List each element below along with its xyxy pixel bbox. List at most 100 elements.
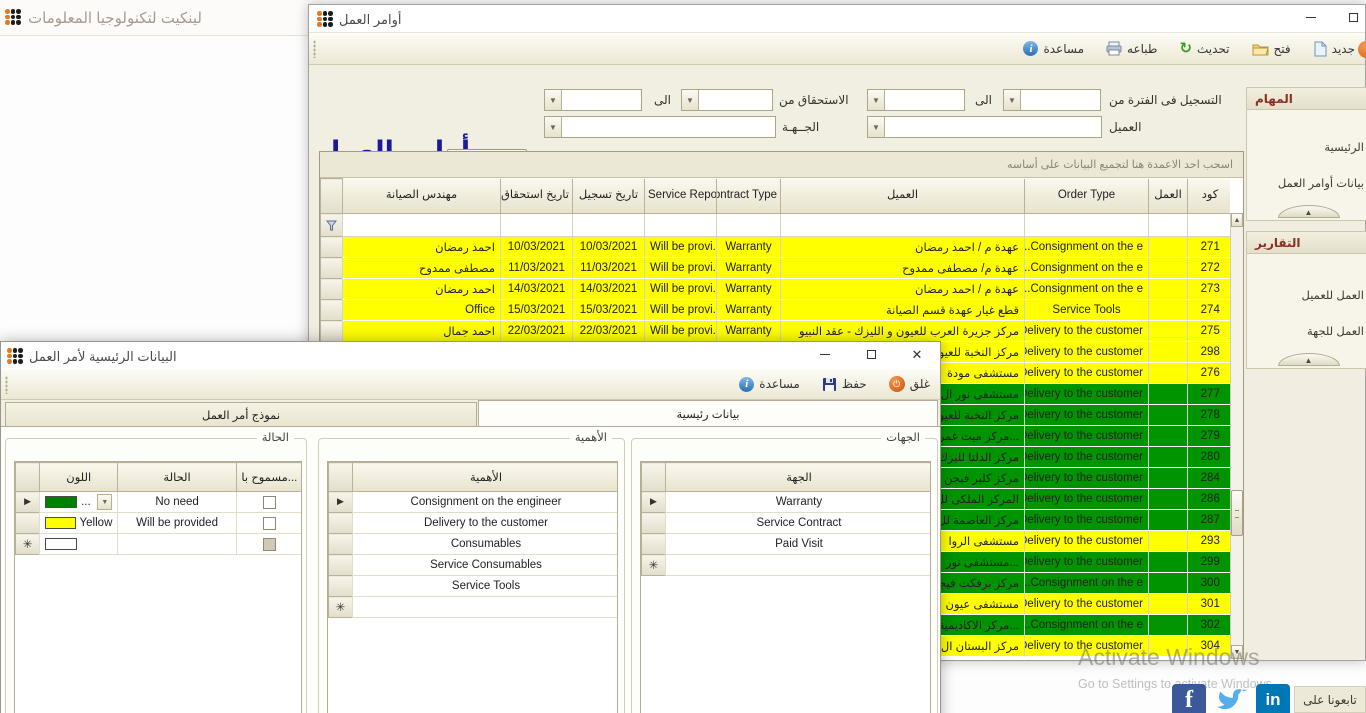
column-header[interactable]: Contract Type: [716, 178, 781, 214]
status-row[interactable]: No need... ▼ ►: [15, 491, 301, 513]
table-row[interactable]: 271 Consignment on the e...عهدة م / احمد …: [320, 236, 1230, 258]
filter-indicator-cell[interactable]: [320, 213, 343, 237]
filter-cell[interactable]: [1187, 213, 1230, 237]
filter-cell[interactable]: [342, 213, 501, 237]
table-row[interactable]: 275 Delivery to the customer مركز جزيرة ال…: [320, 320, 1230, 342]
col-importance[interactable]: الأهمية: [352, 462, 617, 492]
chevron-down-icon[interactable]: ▼: [682, 90, 699, 110]
filter-cell[interactable]: [500, 213, 573, 237]
importance-row[interactable]: Service Tools: [328, 575, 617, 597]
table-row[interactable]: 273 Consignment on the e...عهدة م / احمد …: [320, 278, 1230, 300]
column-header[interactable]: تاريخ تسجيل: [572, 178, 645, 214]
column-header[interactable]: Service Report: [644, 178, 717, 214]
column-header[interactable]: تاريخ استحقاق: [500, 178, 573, 214]
filter-cell[interactable]: [1024, 213, 1149, 237]
value-cell[interactable]: Service Tools: [352, 575, 617, 597]
new-button[interactable]: جديد: [1313, 41, 1355, 57]
open-button[interactable]: فتح: [1252, 42, 1291, 56]
dialog-close-button[interactable]: ✕: [903, 342, 931, 366]
new-row[interactable]: ✳: [641, 554, 930, 576]
new-row[interactable]: ✳: [328, 596, 617, 618]
grid-group-hint[interactable]: اسحب احد الاعمدة هنا لتجميع البيانات على…: [320, 152, 1243, 178]
due-from-select[interactable]: ▼: [544, 89, 642, 111]
value-cell[interactable]: Delivery to the customer: [352, 512, 617, 534]
save-button[interactable]: حفظ: [822, 377, 867, 392]
tab-work-order-form[interactable]: نموذج أمر العمل: [5, 402, 477, 426]
print-button[interactable]: طباعه: [1106, 41, 1157, 56]
col-color[interactable]: اللون: [39, 462, 119, 492]
tab-main-data[interactable]: بيانات رئيسية: [478, 400, 938, 426]
value-cell[interactable]: Consignment on the engineer: [352, 491, 617, 513]
scroll-up-icon[interactable]: ▲: [1231, 213, 1243, 227]
dialog-minimize-button[interactable]: [811, 342, 839, 366]
new-row[interactable]: ✳: [15, 533, 301, 555]
due-to-select[interactable]: ▼: [681, 89, 773, 111]
sidebar-item[interactable]: العمل للجهة: [1307, 324, 1364, 338]
refresh-button[interactable]: ↻ تحديث: [1179, 41, 1229, 56]
column-header[interactable]: كود: [1187, 178, 1230, 214]
reg-from-select[interactable]: ▼: [867, 89, 965, 111]
checkbox[interactable]: [262, 516, 276, 530]
maximize-button[interactable]: [1339, 5, 1366, 29]
status-cell[interactable]: Will be provided: [117, 512, 237, 534]
twitter-icon[interactable]: [1210, 686, 1252, 713]
chevron-down-icon[interactable]: ▼: [97, 494, 113, 510]
column-header[interactable]: مهندس الصيانة: [342, 178, 501, 214]
importance-row[interactable]: Delivery to the customer: [328, 512, 617, 534]
filter-cell[interactable]: [1148, 213, 1188, 237]
scroll-down-icon[interactable]: ▼: [1231, 645, 1243, 659]
collapse-up-icon[interactable]: ▲: [1277, 353, 1340, 366]
entity-row[interactable]: Paid Visit: [641, 533, 930, 555]
col-allowed[interactable]: ...مسموح با: [235, 462, 301, 492]
allowed-cell[interactable]: [235, 491, 301, 513]
linkedin-icon[interactable]: in: [1256, 684, 1290, 713]
filter-cell[interactable]: [716, 213, 781, 237]
importance-row[interactable]: Service Consumables: [328, 554, 617, 576]
dialog-close-action-button[interactable]: ⏻ غلق: [888, 376, 930, 392]
collapse-up-icon[interactable]: ▲: [1277, 205, 1340, 218]
sidebar-item[interactable]: بيانات أوامر العمل: [1278, 176, 1364, 190]
col-entity[interactable]: الجهة: [665, 462, 930, 492]
importance-row[interactable]: Consumables: [328, 533, 617, 555]
filter-cell[interactable]: [572, 213, 645, 237]
status-cell[interactable]: No need: [117, 491, 237, 513]
value-cell[interactable]: Consumables: [352, 533, 617, 555]
value-cell[interactable]: Warranty: [665, 491, 930, 513]
minimize-button[interactable]: [1297, 5, 1325, 29]
chevron-down-icon[interactable]: ▼: [1004, 90, 1021, 110]
grid-filter-row[interactable]: [320, 213, 1230, 237]
importance-row[interactable]: Consignment on the engineer ►: [328, 491, 617, 513]
value-cell[interactable]: Service Consumables: [352, 554, 617, 576]
value-cell[interactable]: Paid Visit: [665, 533, 930, 555]
table-row[interactable]: 274 Service Tools قطع غيار عهدة قسم الصيان…: [320, 299, 1230, 321]
help-button[interactable]: i مساعدة: [1023, 41, 1084, 56]
value-cell[interactable]: Service Contract: [665, 512, 930, 534]
col-status[interactable]: الحالة: [117, 462, 237, 492]
customer-select[interactable]: ▼: [867, 116, 1102, 138]
dialog-maximize-button[interactable]: [857, 342, 885, 366]
reg-to-select[interactable]: ▼: [1003, 89, 1101, 111]
chevron-down-icon[interactable]: ▼: [545, 90, 562, 110]
table-row[interactable]: 272 Consignment on the e...عهدة م/ مصطفى …: [320, 257, 1230, 279]
facebook-icon[interactable]: f: [1172, 684, 1206, 713]
dialog-help-button[interactable]: i مساعدة: [739, 376, 800, 392]
color-cell[interactable]: Yellow: [39, 512, 119, 534]
vertical-scrollbar[interactable]: ▲ ▼: [1230, 213, 1243, 659]
chevron-down-icon[interactable]: ▼: [868, 90, 885, 110]
checkbox[interactable]: [262, 495, 276, 509]
sidebar-item[interactable]: الرئيسية: [1324, 140, 1364, 154]
filter-cell[interactable]: [780, 213, 1025, 237]
entity-row[interactable]: Warranty ►: [641, 491, 930, 513]
entity-select[interactable]: ▼: [544, 116, 776, 138]
filter-cell[interactable]: [644, 213, 717, 237]
entity-row[interactable]: Service Contract: [641, 512, 930, 534]
sidebar-item[interactable]: العمل للعميل: [1302, 288, 1365, 302]
tasks-panel-header[interactable]: المهام: [1247, 88, 1366, 110]
color-cell[interactable]: ... ▼: [39, 491, 119, 513]
chevron-down-icon[interactable]: ▼: [868, 117, 885, 137]
column-header[interactable]: العمل: [1148, 178, 1188, 214]
allowed-cell[interactable]: [235, 512, 301, 534]
column-header[interactable]: العميل: [780, 178, 1025, 214]
reports-panel-header[interactable]: التقارير: [1247, 232, 1366, 254]
column-header[interactable]: Order Type: [1024, 178, 1149, 214]
